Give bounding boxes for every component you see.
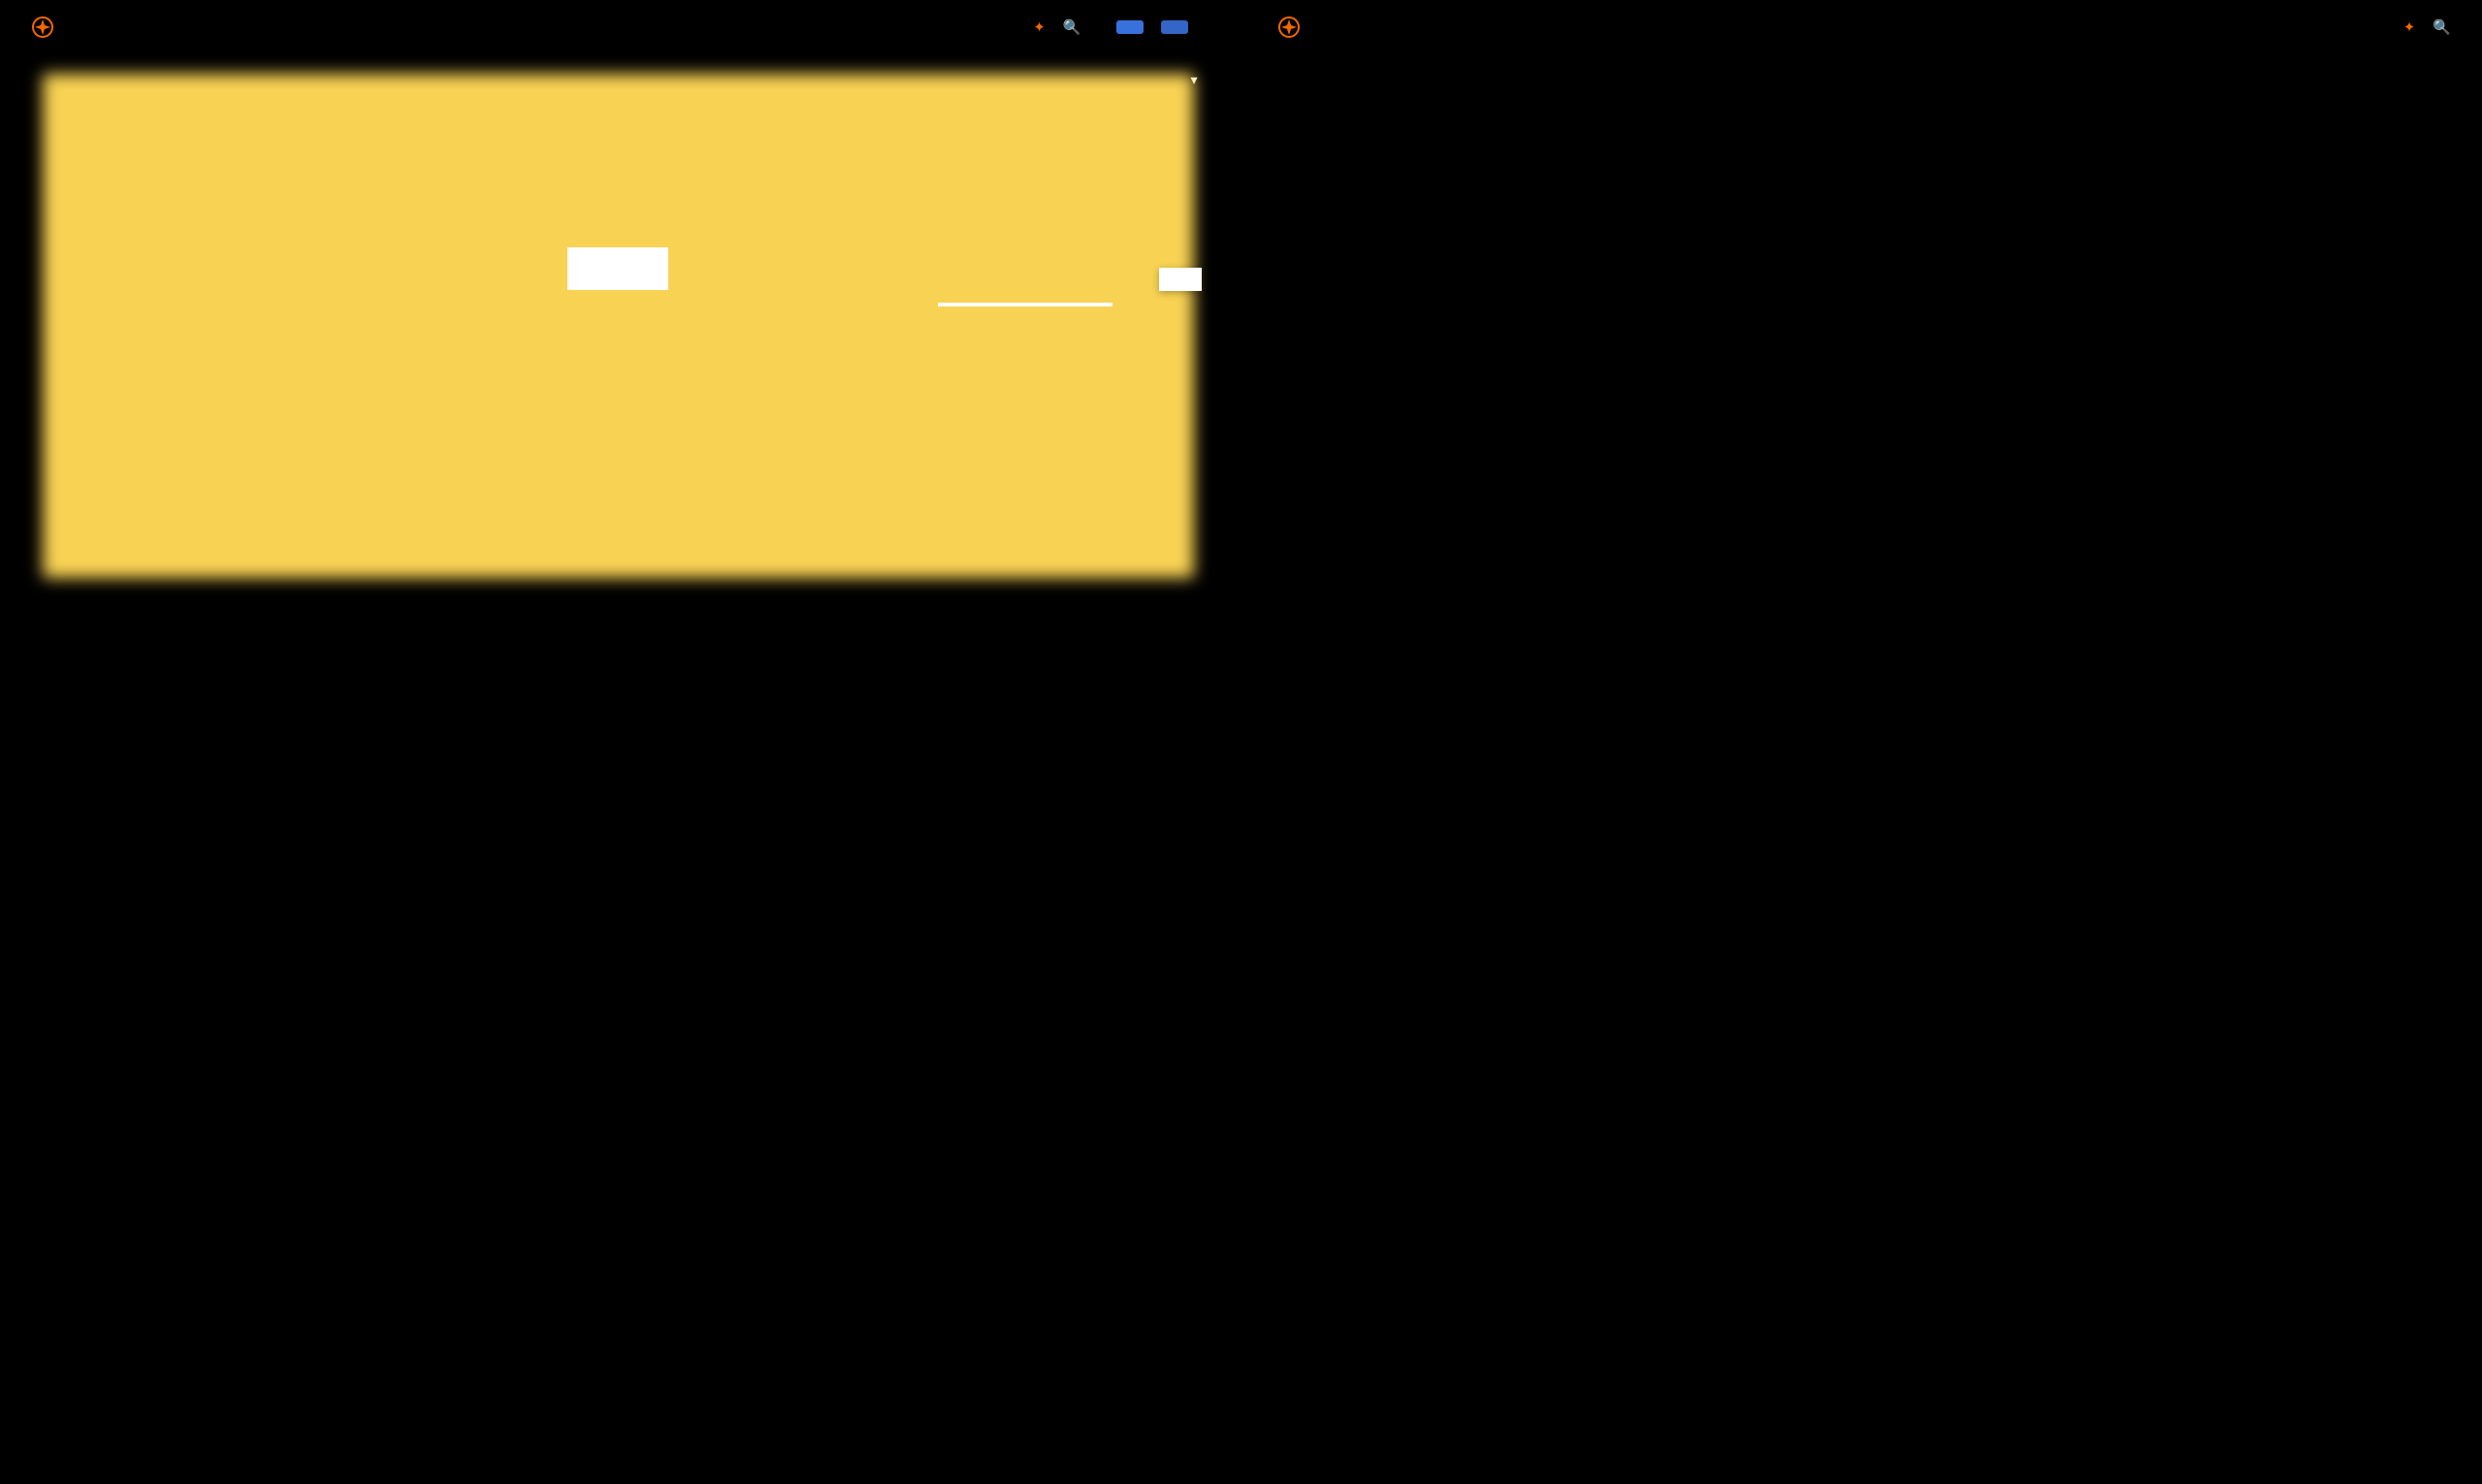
brand[interactable] [31,16,60,39]
step-1-badge [1159,268,1202,291]
hero-blurred [43,74,1194,578]
brand[interactable] [1277,16,1306,39]
contact-button-2[interactable] [1161,20,1188,34]
contact-button[interactable] [1116,20,1144,34]
sparkle-icon[interactable]: ✦ [2403,18,2416,36]
sparkle-icon[interactable]: ✦ [1033,18,1046,36]
callout-line [938,303,1112,306]
step1-homepage: ✦ 🔍 ▾ [0,0,1237,715]
search-icon[interactable]: 🔍 [2433,18,2451,36]
topnav-q2: ✦ 🔍 [1246,0,2482,54]
url-callout [567,247,668,290]
grafana-logo-icon [31,16,54,39]
step2-megamenu: ✦ 🔍 [1246,0,2482,715]
topnav-q1: ✦ 🔍 [0,0,1237,54]
grafana-logo-icon [1277,16,1301,39]
search-icon[interactable]: 🔍 [1063,18,1081,36]
